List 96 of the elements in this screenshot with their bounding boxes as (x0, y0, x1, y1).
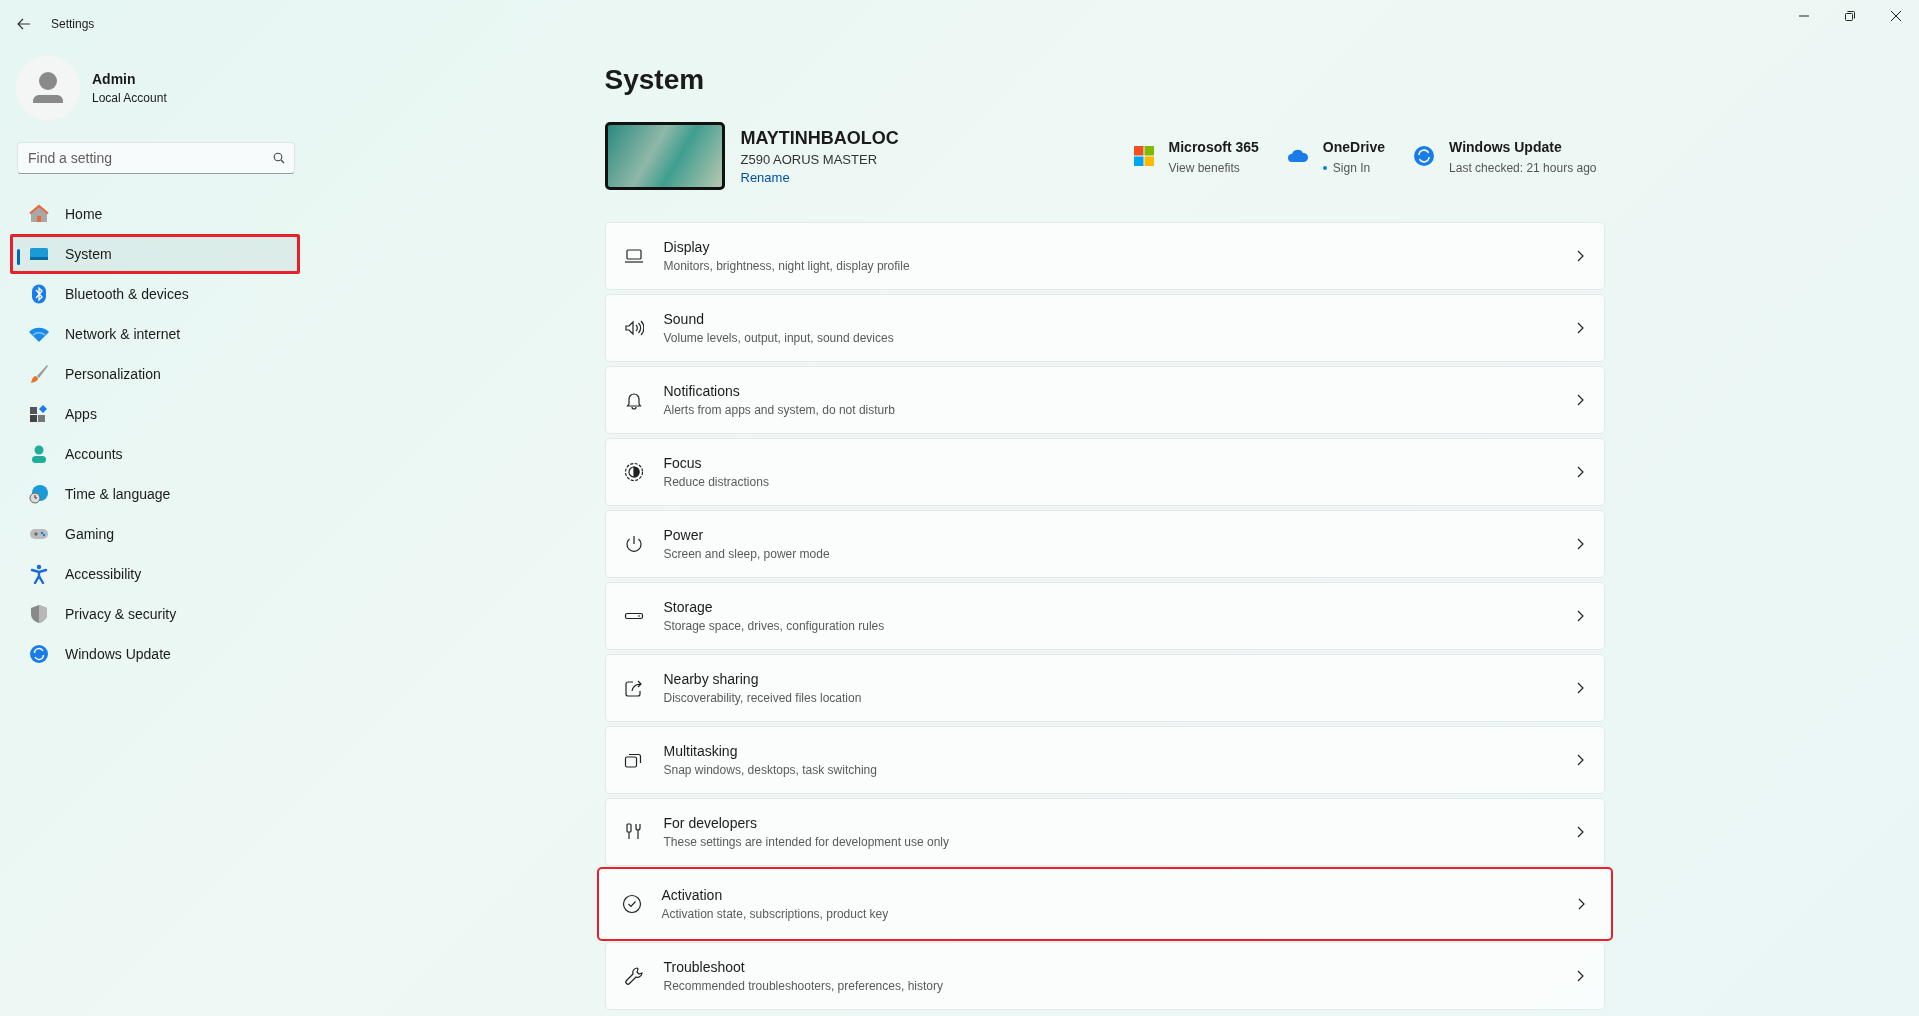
sidebar-item[interactable]: Privacy & security (10, 594, 300, 634)
sidebar-item[interactable]: Accounts (10, 434, 300, 474)
settings-row[interactable]: Notifications Alerts from apps and system, do not disturb (604, 366, 1605, 434)
check-circle-icon (621, 894, 642, 914)
account-name: Admin (92, 71, 137, 87)
tools-icon (623, 822, 644, 842)
shield-icon (29, 604, 49, 624)
setting-description: Activation state, subscriptions, product key (661, 907, 890, 921)
quick-link-subtitle: Sign In (1332, 160, 1371, 175)
quick-link[interactable]: OneDrive (1322, 138, 1386, 155)
focus-icon (623, 462, 644, 482)
chevron-right-icon (1575, 466, 1584, 478)
globe-clock-icon (29, 484, 49, 504)
setting-description: Volume levels, output, input, sound devices (663, 331, 895, 345)
brush-icon (29, 364, 49, 384)
sync-icon (29, 644, 49, 664)
setting-title: Nearby sharing (663, 671, 760, 687)
device-name: MAYTINHBAOLOC (740, 127, 899, 149)
setting-title: Troubleshoot (663, 959, 746, 975)
chevron-right-icon (1575, 250, 1584, 262)
bluetooth-icon (29, 284, 49, 304)
setting-description: These settings are intended for development use only (663, 835, 950, 849)
setting-title: Display (663, 239, 711, 255)
page-title: System (604, 64, 706, 96)
settings-row[interactable]: For developers These settings are intended for development use only (604, 798, 1605, 866)
settings-row[interactable]: Activation Activation state, subscriptions, product key (596, 867, 1613, 941)
account-type: Local Account (92, 91, 167, 105)
power-icon (623, 534, 644, 554)
sidebar-item[interactable]: Gaming (10, 514, 300, 554)
setting-description: Monitors, brightness, night light, display profile (663, 259, 911, 273)
chevron-right-icon (1576, 898, 1585, 910)
laptop-icon (623, 246, 644, 266)
settings-row[interactable]: Focus Reduce distractions (604, 438, 1605, 506)
setting-title: Sound (663, 311, 705, 327)
chevron-right-icon (1575, 322, 1584, 334)
sidebar-item[interactable]: Accessibility (10, 554, 300, 594)
settings-row[interactable]: Multitasking Snap windows, desktops, task switching (604, 726, 1605, 794)
speaker-icon (623, 318, 644, 338)
setting-title: Focus (663, 455, 703, 471)
avatar-icon (16, 56, 80, 120)
chevron-right-icon (1575, 538, 1584, 550)
selection-indicator (17, 249, 20, 265)
restore-icon (1844, 10, 1856, 22)
settings-row[interactable]: Power Screen and sleep, power mode (604, 510, 1605, 578)
chevron-right-icon (1575, 826, 1584, 838)
sidebar-item[interactable]: Network & internet (10, 314, 300, 354)
bell-icon (623, 390, 644, 410)
settings-row[interactable]: Display Monitors, brightness, night light, display profile (604, 222, 1605, 290)
four-squares-icon (1132, 145, 1155, 167)
setting-description: Storage space, drives, configuration rules (663, 619, 886, 633)
search-field[interactable]: Find a setting (17, 142, 295, 174)
quick-link[interactable]: Microsoft 365 (1168, 138, 1259, 155)
setting-title: Notifications (663, 383, 741, 399)
close-icon (1890, 10, 1902, 22)
search-icon (273, 152, 285, 164)
sidebar-item[interactable]: Apps (10, 394, 300, 434)
house-icon (29, 204, 49, 224)
chevron-right-icon (1575, 682, 1584, 694)
setting-description: Screen and sleep, power mode (663, 547, 831, 561)
window-title: Settings (51, 17, 95, 31)
chevron-right-icon (1575, 754, 1584, 766)
setting-description: Alerts from apps and system, do not disturb (663, 403, 896, 417)
settings-row[interactable]: Sound Volume levels, output, input, sound devices (604, 294, 1605, 362)
sidebar-item[interactable]: Time & language (10, 474, 300, 514)
sidebar-item[interactable]: Home (10, 194, 300, 234)
chevron-right-icon (1575, 394, 1584, 406)
sidebar-item[interactable]: Windows Update (10, 634, 300, 674)
sidebar-item[interactable]: Bluetooth & devices (10, 274, 300, 314)
settings-row[interactable]: Nearby sharing Discoverability, received files location (604, 654, 1605, 722)
setting-description: Discoverability, received files location (663, 691, 863, 705)
rename-link[interactable]: Rename (740, 169, 790, 185)
sync-icon (1413, 145, 1436, 167)
quick-link[interactable]: Windows Update (1449, 138, 1562, 155)
sidebar-item[interactable]: System (10, 234, 300, 274)
back-arrow-icon (17, 18, 31, 30)
settings-row[interactable]: Storage Storage space, drives, configuration rules (604, 582, 1605, 650)
accessibility-icon (29, 564, 49, 584)
chevron-right-icon (1575, 610, 1584, 622)
device-model: Z590 AORUS MASTER (740, 151, 879, 167)
setting-title: For developers (663, 815, 758, 831)
setting-description: Recommended troubleshooters, preferences, history (663, 979, 944, 993)
quick-link-subtitle: Last checked: 21 hours ago (1449, 160, 1597, 175)
chevron-right-icon (1575, 970, 1584, 982)
setting-description: Reduce distractions (663, 475, 770, 489)
wrench-icon (623, 966, 644, 986)
quick-link-subtitle: View benefits (1168, 160, 1240, 175)
setting-title: Activation (661, 887, 724, 903)
sidebar-item[interactable]: Personalization (10, 354, 300, 394)
setting-title: Multitasking (663, 743, 739, 759)
person-icon (29, 444, 49, 464)
setting-description: Snap windows, desktops, task switching (663, 763, 878, 777)
setting-title: Storage (663, 599, 714, 615)
settings-row[interactable]: Troubleshoot Recommended troubleshooters, preferences, history (604, 942, 1605, 1010)
share-icon (623, 678, 644, 698)
setting-title: Power (663, 527, 705, 543)
apps-icon (29, 404, 49, 424)
